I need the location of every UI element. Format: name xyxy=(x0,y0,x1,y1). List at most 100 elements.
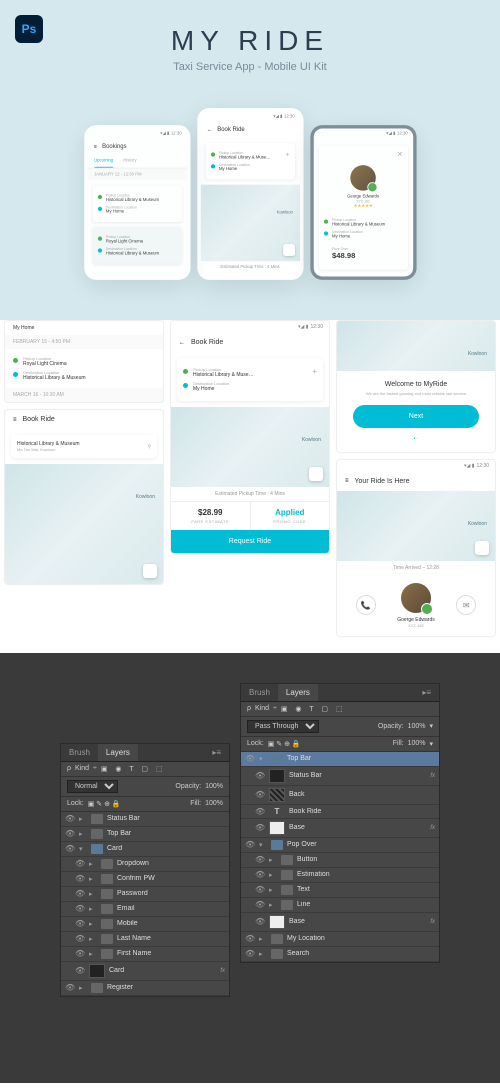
booking-card[interactable]: Pickup LocationHistorical Library & Muse… xyxy=(92,186,181,223)
visibility-icon[interactable]: 👁 xyxy=(75,874,85,883)
lock-icons[interactable]: ▣ ✎ ⊕ 🔒 xyxy=(268,740,301,748)
tab-history[interactable]: History xyxy=(123,155,136,168)
visibility-icon[interactable]: 👁 xyxy=(245,840,255,849)
visibility-icon[interactable]: 👁 xyxy=(75,904,85,913)
visibility-icon[interactable]: 👁 xyxy=(65,983,75,992)
visibility-icon[interactable]: 👁 xyxy=(75,859,85,868)
visibility-icon[interactable]: 👁 xyxy=(255,823,265,832)
layer-row[interactable]: 👁Basefx xyxy=(241,913,439,932)
brush-tab[interactable]: Brush xyxy=(241,684,278,701)
visibility-icon[interactable]: 👁 xyxy=(255,807,265,816)
layer-row[interactable]: 👁▾Top Bar xyxy=(241,752,439,767)
dest-dot-icon xyxy=(97,207,101,211)
visibility-icon[interactable]: 👁 xyxy=(255,917,265,926)
visibility-icon[interactable]: 👁 xyxy=(75,919,85,928)
layer-row[interactable]: 👁▸Confrim PW xyxy=(61,872,229,887)
layer-row[interactable]: 👁▸Line xyxy=(241,898,439,913)
visibility-icon[interactable]: 👁 xyxy=(75,949,85,958)
map[interactable] xyxy=(5,464,163,584)
layers-tab[interactable]: Layers xyxy=(278,684,318,701)
map[interactable] xyxy=(200,185,299,262)
request-ride-button[interactable]: Request Ride xyxy=(171,530,329,553)
visibility-icon[interactable]: 👁 xyxy=(245,934,255,943)
add-icon[interactable]: + xyxy=(286,151,290,159)
layer-filter-icons[interactable]: ▣ ◉ T ▢ ⬚ xyxy=(101,765,166,773)
layers-tab[interactable]: Layers xyxy=(98,744,138,761)
layer-row[interactable]: 👁▾Pop Over xyxy=(241,838,439,853)
layer-row[interactable]: 👁Basefx xyxy=(241,819,439,838)
layer-row[interactable]: 👁Status Barfx xyxy=(241,767,439,786)
back-icon[interactable]: ← xyxy=(179,340,185,346)
visibility-icon[interactable]: 👁 xyxy=(65,829,75,838)
estimate-text: Estimated Pickup Time : 4 Mins xyxy=(200,261,299,273)
layer-row[interactable]: 👁▸Text xyxy=(241,883,439,898)
layer-row[interactable]: 👁Back xyxy=(241,786,439,805)
layer-row[interactable]: 👁▾Card xyxy=(61,842,229,857)
hero-title: MY RIDE xyxy=(0,25,500,57)
menu-icon[interactable]: ≡ xyxy=(13,417,17,423)
back-icon[interactable]: ← xyxy=(207,127,212,132)
visibility-icon[interactable]: 👁 xyxy=(75,966,85,975)
visibility-icon[interactable]: 👁 xyxy=(65,844,75,853)
layer-row[interactable]: 👁▸My Location xyxy=(241,932,439,947)
brush-tab[interactable]: Brush xyxy=(61,744,98,761)
search-icon[interactable]: ⚲ xyxy=(147,444,151,450)
tab-upcoming[interactable]: Upcoming xyxy=(94,155,113,168)
map[interactable] xyxy=(337,491,495,561)
booking-card[interactable]: Pickup LocationRoyal Light Cinema Destin… xyxy=(92,227,181,264)
locate-button[interactable] xyxy=(475,541,489,555)
visibility-icon[interactable]: 👁 xyxy=(245,949,255,958)
location-card: Pickup LocationHistorical Library & Muse… xyxy=(205,143,294,180)
menu-icon[interactable]: ≡ xyxy=(94,144,97,149)
layer-row[interactable]: 👁▸Estimation xyxy=(241,868,439,883)
layer-row[interactable]: 👁▸Last Name xyxy=(61,932,229,947)
layer-row[interactable]: 👁▸Password xyxy=(61,887,229,902)
visibility-icon[interactable]: 👁 xyxy=(255,771,265,780)
close-icon[interactable]: ✕ xyxy=(397,151,403,159)
fare-value: $28.99 xyxy=(177,508,244,517)
visibility-icon[interactable]: 👁 xyxy=(75,934,85,943)
panel-menu-icon[interactable]: ▸≡ xyxy=(204,744,229,761)
fare-row: $28.99FARE ESTIMATE AppliedPROMO CODE xyxy=(171,501,329,530)
map[interactable] xyxy=(171,407,329,487)
layer-row[interactable]: 👁▸Button xyxy=(241,853,439,868)
next-button[interactable]: Next xyxy=(353,405,479,428)
map[interactable] xyxy=(337,321,495,371)
locate-button[interactable] xyxy=(143,564,157,578)
layer-row[interactable]: 👁▸Email xyxy=(61,902,229,917)
visibility-icon[interactable]: 👁 xyxy=(255,900,265,909)
menu-icon[interactable]: ≡ xyxy=(345,478,349,484)
layer-row[interactable]: 👁▸Register xyxy=(61,981,229,996)
message-button[interactable]: ✉ xyxy=(456,595,476,615)
visibility-icon[interactable]: 👁 xyxy=(75,889,85,898)
welcome-text: We are the fastest growing and most reli… xyxy=(345,391,487,397)
blend-mode-select[interactable]: Pass Through xyxy=(247,720,319,733)
date-header: JANUARY 12 - 12:30 PM xyxy=(87,169,186,181)
visibility-icon[interactable]: 👁 xyxy=(255,885,265,894)
layer-row[interactable]: 👁▸First Name xyxy=(61,947,229,962)
layer-row[interactable]: 👁▸Mobile xyxy=(61,917,229,932)
layer-row[interactable]: 👁Cardfx xyxy=(61,962,229,981)
layer-row[interactable]: 👁TBook Ride xyxy=(241,805,439,819)
layer-row[interactable]: 👁▸Top Bar xyxy=(61,827,229,842)
layer-filter-icons[interactable]: ▣ ◉ T ▢ ⬚ xyxy=(281,705,346,713)
locate-button[interactable] xyxy=(283,244,295,256)
visibility-icon[interactable]: 👁 xyxy=(255,870,265,879)
screen-title: Book Ride xyxy=(217,127,244,133)
visibility-icon[interactable]: 👁 xyxy=(65,814,75,823)
call-button[interactable]: 📞 xyxy=(356,595,376,615)
blend-mode-select[interactable]: Normal xyxy=(67,780,118,793)
visibility-icon[interactable]: 👁 xyxy=(255,855,265,864)
visibility-icon[interactable]: 👁 xyxy=(255,790,265,799)
layer-row[interactable]: 👁▸Status Bar xyxy=(61,812,229,827)
layer-row[interactable]: 👁▸Search xyxy=(241,947,439,962)
layer-row[interactable]: 👁▸Dropdown xyxy=(61,857,229,872)
add-icon[interactable]: + xyxy=(312,367,317,376)
screen-bookride-search: ≡Book Ride Historical Library & MuseumMa… xyxy=(4,409,164,585)
lock-icons[interactable]: ▣ ✎ ⊕ 🔒 xyxy=(88,800,121,808)
panel-menu-icon[interactable]: ▸≡ xyxy=(414,684,439,701)
screen-arrived: ▾◢ ▮12:30 ≡Your Ride Is Here Time Arrive… xyxy=(336,459,496,637)
visibility-icon[interactable]: 👁 xyxy=(245,754,255,763)
locate-button[interactable] xyxy=(309,467,323,481)
search-card[interactable]: Historical Library & MuseumMa Tau Wai, K… xyxy=(11,435,157,458)
